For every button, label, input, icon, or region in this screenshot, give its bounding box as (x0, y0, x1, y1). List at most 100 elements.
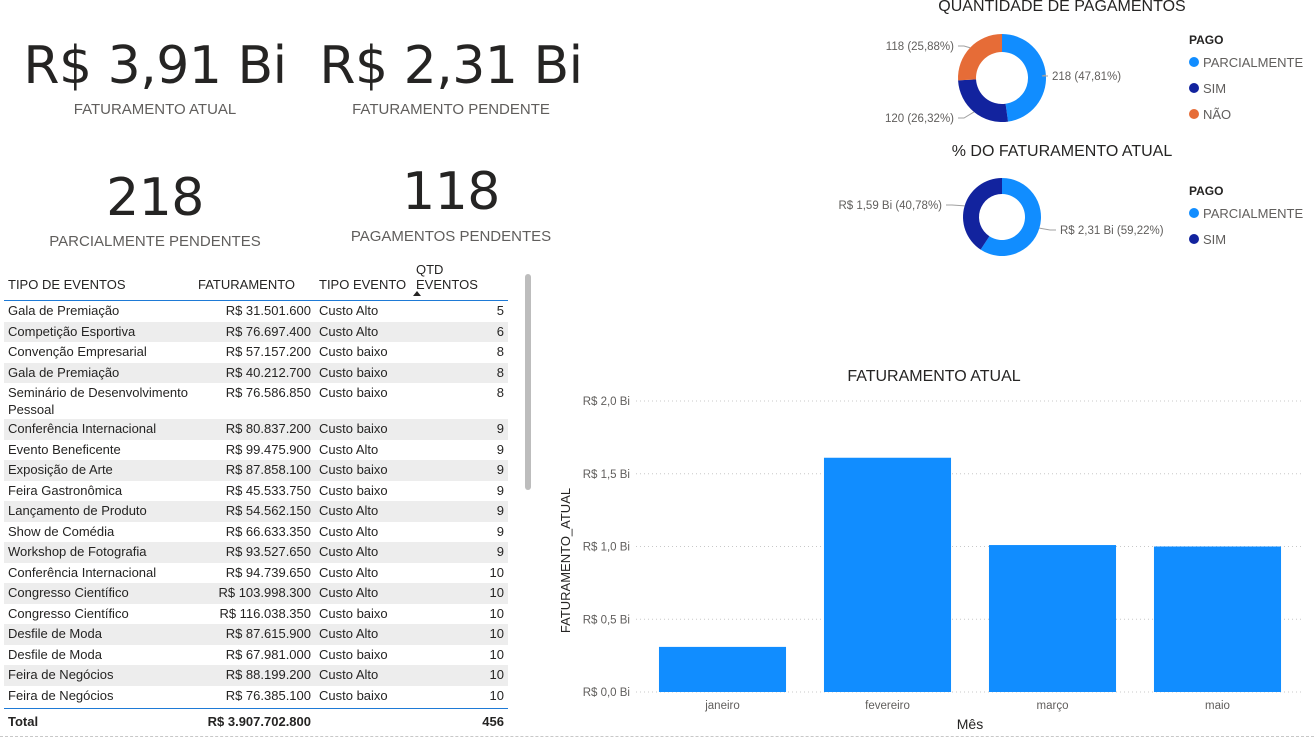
table-cell: 10 (489, 605, 504, 621)
table-row[interactable]: Conferência Internacional R$ 80.837.200 Cu… (4, 419, 508, 440)
table-cell: 6 (496, 323, 504, 339)
table-row[interactable]: Convenção Empresarial R$ 57.157.200 Custo … (4, 342, 508, 363)
table-row[interactable]: Congresso Científico R$ 116.038.350 Custo … (4, 604, 508, 625)
table-row[interactable]: Workshop de Fotografia R$ 93.527.650 Custo… (4, 542, 508, 563)
donut-slice[interactable] (958, 34, 1002, 81)
table-cell: 10 (489, 687, 504, 703)
table-cell: Custo baixo (319, 421, 388, 436)
donut-slice[interactable] (1002, 34, 1046, 122)
donut1-chart[interactable]: 218 (47,81%) 120 (26,32%) 118 (25,88%) (860, 22, 1180, 134)
table-row[interactable]: Competição Esportiva R$ 76.697.400 Custo A… (4, 321, 508, 342)
bottom-divider (0, 736, 1314, 737)
bar[interactable] (823, 457, 952, 692)
table-row[interactable]: Desfile de Moda R$ 67.981.000 Custo baixo 1… (4, 645, 508, 666)
bar-chart[interactable]: R$ 0,0 Bi R$ 0,5 Bi R$ 1,0 Bi R$ 1,5 Bi R$ 2… (550, 385, 1310, 735)
sort-ascending-icon[interactable] (413, 291, 421, 296)
table-row[interactable]: Exposição de Arte R$ 87.858.100 Custo baix… (4, 460, 508, 481)
table-cell: 9 (496, 482, 504, 498)
slice-data-label: 118 (25,88%) (886, 41, 954, 53)
table-cell: R$ 87.615.900 (225, 626, 311, 641)
legend-dot-icon (1189, 208, 1199, 218)
table-cell: Custo baixo (319, 687, 388, 703)
table-header: TIPO DE EVENTOS FATURAMENTO TIPO EVENTO … (4, 262, 508, 301)
table-row[interactable]: Feira de Negócios R$ 76.385.100 Custo baix… (4, 686, 508, 707)
x-tick-label: fevereiro (865, 700, 910, 712)
table-cell: R$ 76.385.100 (225, 687, 311, 703)
table-cell: 5 (496, 303, 504, 318)
legend-item[interactable]: PARCIALMENTE (1189, 49, 1303, 75)
table-row[interactable]: Lançamento de Produto R$ 54.562.150 Custo … (4, 501, 508, 522)
donut2-legend-title: PAGO (1189, 184, 1224, 198)
table-cell: R$ 94.739.650 (225, 564, 311, 580)
table-cell: 8 (496, 344, 504, 359)
donut1-title: QUANTIDADE DE PAGAMENTOS (938, 0, 1186, 15)
header-tipo-de-eventos[interactable]: TIPO DE EVENTOS (4, 277, 194, 300)
donut2-chart[interactable]: R$ 2,31 Bi (59,22%) R$ 1,59 Bi (40,78%) (830, 170, 1190, 266)
events-table[interactable]: TIPO DE EVENTOS FATURAMENTO TIPO EVENTO … (4, 262, 508, 733)
table-cell: Custo Alto (319, 626, 379, 641)
table-cell: Custo Alto (319, 564, 379, 580)
table-cell: Gala de Premiação (8, 303, 120, 318)
table-row[interactable]: Gala de Premiação R$ 31.501.600 Custo Alto… (4, 301, 508, 322)
table-row[interactable]: Congresso Científico R$ 103.998.300 Custo … (4, 583, 508, 604)
table-cell: Conferência Internacional (8, 421, 157, 436)
table-cell: Custo baixo (319, 344, 388, 359)
table-cell: Desfile de Moda (8, 646, 102, 662)
kpi-faturamento-pendente-value: R$ 2,31 Bi (319, 36, 583, 96)
table-row[interactable]: Conferência Internacional R$ 94.739.650 Cu… (4, 563, 508, 584)
table-row[interactable]: Seminário de Desenvolvimento Pessoal R$ 7… (4, 383, 508, 419)
table-cell: 9 (496, 421, 504, 436)
leader-line (1039, 227, 1056, 231)
table-row[interactable]: Gala de Premiação R$ 40.212.700 Custo baix… (4, 362, 508, 383)
legend-item[interactable]: NÃO (1189, 101, 1303, 127)
table-cell: Custo baixo (319, 385, 388, 400)
bar[interactable] (1153, 546, 1282, 693)
table-cell: 8 (496, 364, 504, 380)
legend-item[interactable]: SIM (1189, 226, 1303, 252)
table-row[interactable]: Evento Beneficente R$ 99.475.900 Custo Alt… (4, 440, 508, 461)
table-row[interactable]: Show de Comédia R$ 66.633.350 Custo Alto 9 (4, 522, 508, 543)
leader-line (958, 111, 975, 119)
donut-slice[interactable] (958, 79, 1009, 122)
table-cell: Lançamento de Produto (8, 503, 147, 518)
kpi-faturamento-atual-label: FATURAMENTO ATUAL (73, 101, 237, 118)
bar[interactable] (988, 545, 1117, 692)
legend-dot-icon (1189, 109, 1199, 119)
donut1-legend: PAGO PARCIALMENTE SIM NÃO (1189, 33, 1303, 127)
table-cell: Custo baixo (319, 482, 388, 498)
legend-item[interactable]: SIM (1189, 75, 1303, 101)
y-tick-label: R$ 2,0 Bi (583, 396, 630, 408)
table-cell: R$ 54.562.150 (225, 503, 311, 518)
table-cell: Custo baixo (319, 364, 388, 380)
table-row[interactable]: Desfile de Moda R$ 87.615.900 Custo Alto 10 (4, 624, 508, 645)
table-cell: Custo Alto (319, 323, 379, 339)
header-faturamento[interactable]: FATURAMENTO (194, 277, 315, 300)
donut1-legend-title: PAGO (1189, 33, 1224, 47)
header-tipo-evento[interactable]: TIPO EVENTO (315, 277, 412, 300)
table-cell: Custo baixo (319, 605, 388, 621)
kpi-pagamentos-pendentes-label: PAGAMENTOS PENDENTES (350, 228, 552, 245)
table-cell: R$ 76.697.400 (225, 323, 311, 339)
legend-label: SIM (1203, 80, 1227, 96)
table-cell: R$ 88.199.200 (225, 667, 311, 682)
kpi-parcialmente-pendentes-label: PARCIALMENTE PENDENTES (49, 233, 261, 250)
table-cell: 9 (496, 462, 504, 477)
table-cell: Custo Alto (319, 441, 379, 457)
donut-slice[interactable] (963, 178, 1002, 250)
table-cell: R$ 76.586.850 (225, 385, 311, 400)
slice-data-label: R$ 1,59 Bi (40,78%) (838, 200, 942, 212)
table-cell: Gala de Premiação (8, 364, 120, 380)
header-qtd-eventos[interactable]: QTD EVENTOS (412, 262, 508, 300)
donut2-legend: PAGO PARCIALMENTE SIM (1189, 184, 1303, 252)
legend-label: PARCIALMENTE (1203, 54, 1304, 70)
table-row[interactable]: Feira Gastronômica R$ 45.533.750 Custo bai… (4, 481, 508, 502)
table-cell: R$ 57.157.200 (225, 344, 311, 359)
x-tick-label: janeiro (704, 700, 740, 712)
legend-item[interactable]: PARCIALMENTE (1189, 200, 1303, 226)
table-cell: Feira de Negócios (8, 667, 114, 682)
bar[interactable] (658, 646, 787, 692)
table-cell: Competição Esportiva (8, 323, 136, 339)
table-row[interactable]: Feira de Negócios R$ 88.199.200 Custo Alto… (4, 665, 508, 686)
table-scrollbar[interactable] (525, 274, 531, 490)
table-cell: Congresso Científico (8, 585, 129, 600)
